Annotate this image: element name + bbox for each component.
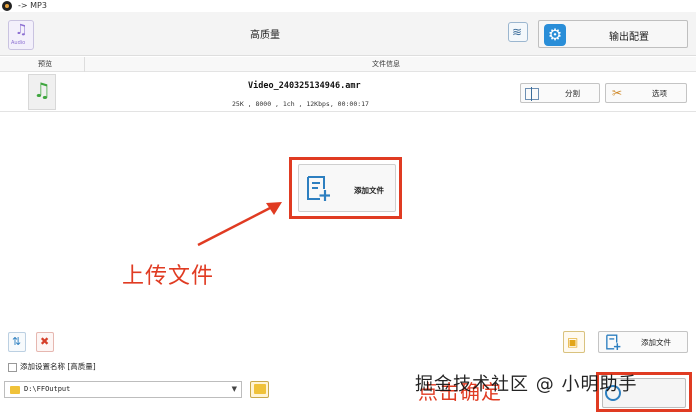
output-path-text: D:\FFOutput [24, 385, 71, 393]
options-icon: ✂ [612, 86, 623, 100]
upload-file-annotation: 上传文件 [122, 264, 215, 289]
add-folder-button[interactable]: ▣ [563, 331, 585, 353]
split-icon [525, 87, 539, 101]
clear-list-button[interactable]: ✖ [36, 332, 54, 352]
add-file-label: 添加文件 [641, 338, 671, 347]
setting-name-checkbox[interactable] [8, 363, 17, 372]
audio-caption: Audio [11, 40, 26, 46]
output-config-label: 输出配置 [609, 32, 649, 43]
split-label: 分割 [565, 89, 580, 98]
column-header-file-info: 文件信息 [372, 60, 400, 68]
file-meta: 25K , 8000 , 1ch , 12Kbps, 00:00:17 [232, 100, 369, 108]
column-header-preview: 预览 [38, 60, 52, 68]
chevron-down-icon: ▼ [231, 385, 237, 393]
output-config-button[interactable]: ⚙ 输出配置 [538, 20, 688, 48]
options-button[interactable]: ✂ 选项 [605, 83, 687, 103]
gear-icon: ⚙ [544, 24, 566, 46]
sort-icon: ⇅ [12, 335, 22, 348]
annotation-arrow [197, 202, 282, 247]
browse-folder-button[interactable] [250, 381, 269, 398]
folder-icon [254, 384, 266, 394]
music-note-icon: ♫ [33, 78, 51, 102]
delete-icon: ✖ [40, 335, 50, 348]
file-list-header: 预览 文件信息 [0, 57, 696, 72]
music-note-icon: ♫ [15, 22, 28, 38]
add-file-button[interactable]: 添加文件 [598, 331, 688, 353]
output-path-select[interactable]: D:\FFOutput ▼ [4, 381, 242, 398]
layers-button[interactable]: ≋ [508, 22, 528, 42]
folder-icon [10, 386, 20, 394]
sort-button[interactable]: ⇅ [8, 332, 26, 352]
column-divider [84, 57, 85, 72]
file-list-row[interactable]: ♫ Video_240325134946.amr 25K , 8000 , 1c… [0, 73, 696, 112]
quality-label[interactable]: 高质量 [250, 26, 280, 41]
app-icon [2, 1, 12, 11]
add-file-icon [606, 334, 621, 350]
window-title: -> MP3 [18, 1, 47, 10]
layers-icon: ≋ [512, 25, 523, 39]
folder-add-icon: ▣ [567, 335, 579, 349]
audio-file-thumbnail: ♫ [28, 74, 56, 110]
title-bar: -> MP3 [0, 0, 696, 12]
split-button[interactable]: 分割 [520, 83, 600, 103]
add-file-highlight-box [289, 157, 402, 219]
watermark-text: 掘金技术社区 @ 小明助手 [415, 374, 638, 395]
options-label: 选项 [652, 89, 667, 98]
file-name: Video_240325134946.amr [248, 81, 361, 91]
audio-format-icon[interactable]: ♫ Audio [8, 20, 34, 50]
setting-name-label: 添加设置名称 [高质量] [20, 362, 96, 371]
